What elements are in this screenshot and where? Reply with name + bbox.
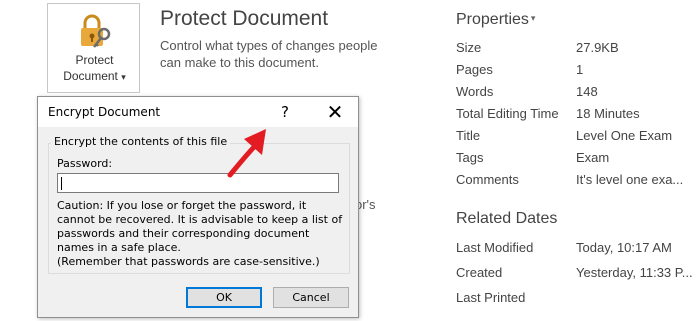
properties-heading-text: Properties [456, 11, 529, 28]
dialog-title: Encrypt Document [48, 105, 161, 119]
caution-line: names in a safe place. [57, 241, 181, 254]
close-button[interactable]: ✕ [312, 97, 358, 127]
property-value: 27.9KB [576, 40, 619, 55]
encrypt-document-dialog: Encrypt Document ? ✕ Encrypt the content… [37, 96, 359, 318]
caution-line: passwords and their corresponding docume… [57, 227, 310, 240]
ok-button[interactable]: OK [186, 287, 262, 308]
property-value-comments[interactable]: It's level one exa... [576, 172, 700, 187]
protect-document-label: Protect Document ▾ [48, 52, 141, 85]
protect-document-button[interactable]: Protect Document ▾ [47, 3, 140, 93]
date-value: Today, 10:17 AM [576, 240, 672, 255]
date-label: Last Printed [456, 290, 526, 305]
protect-document-title: Protect Document [160, 7, 329, 30]
property-value: 18 Minutes [576, 106, 640, 121]
date-label: Last Modified [456, 240, 534, 255]
protect-document-description: Control what types of changes people can… [160, 38, 378, 70]
text-caret [61, 177, 62, 190]
chevron-down-icon: ▾ [530, 13, 536, 23]
caution-line: cannot be recovered. It is advisable to … [57, 213, 343, 226]
caution-line: Caution: If you lose or forget the passw… [57, 199, 307, 212]
property-label: Words [456, 84, 494, 99]
caution-line: (Remember that passwords are case-sensit… [57, 255, 320, 268]
property-label: Tags [456, 150, 484, 165]
group-label: Encrypt the contents of this file [51, 135, 231, 148]
chevron-down-icon: ▾ [121, 72, 126, 82]
password-label: Password: [57, 157, 113, 170]
property-value-title[interactable]: Level One Exam [576, 128, 700, 143]
caution-text: Caution: If you lose or forget the passw… [57, 199, 347, 269]
property-value: 1 [576, 62, 584, 77]
protect-tile-line2-text: Document [63, 69, 118, 83]
lock-key-icon [81, 14, 111, 48]
property-value: 148 [576, 84, 598, 99]
date-value: Yesterday, 11:33 P... [576, 265, 693, 280]
property-value-tags[interactable]: Exam [576, 150, 700, 165]
related-dates-heading: Related Dates [456, 210, 558, 227]
protect-tile-line2: Document ▾ [48, 68, 141, 85]
date-label: Created [456, 265, 503, 280]
red-arrow-annotation [227, 129, 266, 178]
help-button[interactable]: ? [271, 99, 299, 125]
property-label: Size [456, 40, 482, 55]
properties-heading[interactable]: Properties ▾ [456, 11, 535, 29]
property-label: Comments [456, 172, 519, 187]
property-label: Total Editing Time [456, 106, 559, 121]
property-label: Pages [456, 62, 493, 77]
cancel-button[interactable]: Cancel [273, 287, 349, 308]
property-label: Title [456, 128, 481, 143]
password-input[interactable] [57, 173, 339, 193]
protect-tile-line1: Protect [75, 53, 114, 67]
dialog-titlebar[interactable]: Encrypt Document ? ✕ [38, 97, 358, 127]
